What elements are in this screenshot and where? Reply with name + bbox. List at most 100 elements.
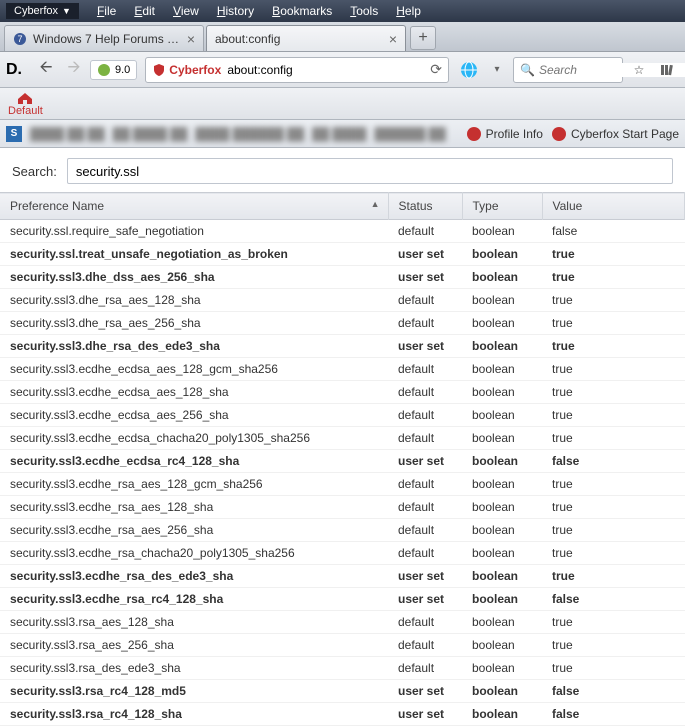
config-search-input[interactable] xyxy=(67,158,673,184)
bookmark-profile-info[interactable]: Profile Info xyxy=(466,126,543,142)
pref-name: security.ssl3.ecdhe_rsa_aes_128_gcm_sha2… xyxy=(0,473,388,496)
pref-row[interactable]: security.ssl3.ecdhe_ecdsa_aes_256_shadef… xyxy=(0,404,685,427)
pref-row[interactable]: security.ssl3.ecdhe_ecdsa_aes_128_shadef… xyxy=(0,381,685,404)
menu-help[interactable]: Help xyxy=(388,2,429,20)
pref-row[interactable]: security.ssl3.dhe_rsa_des_ede3_shauser s… xyxy=(0,335,685,358)
pref-row[interactable]: security.ssl.require_safe_negotiationdef… xyxy=(0,220,685,243)
globe-icon[interactable] xyxy=(457,58,481,82)
pref-row[interactable]: security.ssl3.ecdhe_rsa_des_ede3_shauser… xyxy=(0,565,685,588)
column-preference-name[interactable]: Preference Name xyxy=(0,193,388,220)
wot-indicator[interactable]: 9.0 xyxy=(90,60,137,80)
pref-status: default xyxy=(388,404,462,427)
pref-value: true xyxy=(542,565,685,588)
pref-status: default xyxy=(388,473,462,496)
bookmark-icon: S xyxy=(6,126,22,142)
pref-row[interactable]: security.ssl3.rsa_des_ede3_shadefaultboo… xyxy=(0,657,685,680)
favicon-icon: 7 xyxy=(13,32,27,46)
reload-icon[interactable]: ⟳ xyxy=(430,61,442,78)
home-label: Default xyxy=(8,105,43,117)
pref-status: user set xyxy=(388,703,462,726)
pref-row[interactable]: security.ssl3.rsa_rc4_128_md5user setboo… xyxy=(0,680,685,703)
pref-row[interactable]: security.ssl3.ecdhe_rsa_aes_128_shadefau… xyxy=(0,496,685,519)
bookmark-bar: S ████ ██ ██ ██ ████ ██ ████ ██████ ██ █… xyxy=(0,120,685,148)
pref-name: security.ssl3.ecdhe_ecdsa_aes_128_sha xyxy=(0,381,388,404)
back-button[interactable]: 🡨 xyxy=(34,58,58,82)
pref-name: security.ssl3.ecdhe_rsa_chacha20_poly130… xyxy=(0,542,388,565)
pref-name: security.ssl3.dhe_rsa_aes_128_sha xyxy=(0,289,388,312)
pref-type: boolean xyxy=(462,496,542,519)
column-type[interactable]: Type xyxy=(462,193,542,220)
star-icon[interactable]: ☆ xyxy=(627,58,651,82)
pref-row[interactable]: security.ssl3.ecdhe_ecdsa_chacha20_poly1… xyxy=(0,427,685,450)
pref-row[interactable]: security.ssl3.ecdhe_rsa_aes_256_shadefau… xyxy=(0,519,685,542)
library-icon[interactable] xyxy=(655,58,679,82)
pref-type: boolean xyxy=(462,450,542,473)
pref-name: security.ssl.require_safe_negotiation xyxy=(0,220,388,243)
pref-type: boolean xyxy=(462,519,542,542)
app-name: Cyberfox xyxy=(14,5,58,17)
disconnect-logo[interactable]: D. xyxy=(6,61,22,79)
pref-value: true xyxy=(542,358,685,381)
menu-view[interactable]: View xyxy=(165,2,207,20)
pref-value: true xyxy=(542,519,685,542)
pref-status: user set xyxy=(388,565,462,588)
pref-row[interactable]: security.ssl3.rsa_aes_256_shadefaultbool… xyxy=(0,634,685,657)
identity-box[interactable]: Cyberfox xyxy=(152,63,221,77)
pref-value: true xyxy=(542,404,685,427)
url-input[interactable] xyxy=(227,63,424,77)
pref-status: default xyxy=(388,220,462,243)
pref-row[interactable]: security.ssl3.ecdhe_rsa_aes_128_gcm_sha2… xyxy=(0,473,685,496)
pref-row[interactable]: security.ssl3.rsa_rc4_128_shauser setboo… xyxy=(0,703,685,726)
pref-type: boolean xyxy=(462,289,542,312)
dropdown-icon[interactable]: ▾ xyxy=(485,58,509,82)
menu-edit[interactable]: Edit xyxy=(126,2,163,20)
pref-status: user set xyxy=(388,680,462,703)
pref-name: security.ssl3.dhe_rsa_des_ede3_sha xyxy=(0,335,388,358)
pref-row[interactable]: security.ssl3.rsa_aes_128_shadefaultbool… xyxy=(0,611,685,634)
menu-tools[interactable]: Tools xyxy=(342,2,386,20)
tab-inactive[interactable]: 7 Windows 7 Help Forums - Search… × xyxy=(4,25,204,51)
tab-active[interactable]: about:config × xyxy=(206,25,406,51)
bookmark-item[interactable]: ██████ ██ xyxy=(374,127,445,141)
pref-value: false xyxy=(542,450,685,473)
pref-row[interactable]: security.ssl3.ecdhe_ecdsa_aes_128_gcm_sh… xyxy=(0,358,685,381)
pref-row[interactable]: security.ssl3.ecdhe_rsa_chacha20_poly130… xyxy=(0,542,685,565)
pref-type: boolean xyxy=(462,404,542,427)
pref-value: true xyxy=(542,427,685,450)
pref-row[interactable]: security.ssl3.ecdhe_rsa_rc4_128_shauser … xyxy=(0,588,685,611)
pref-name: security.ssl3.rsa_rc4_128_md5 xyxy=(0,680,388,703)
pref-row[interactable]: security.ssl3.dhe_dss_aes_256_shauser se… xyxy=(0,266,685,289)
menu-bookmarks[interactable]: Bookmarks xyxy=(264,2,340,20)
address-bar[interactable]: Cyberfox ⟳ xyxy=(145,57,449,83)
app-menu-button[interactable]: Cyberfox ▼ xyxy=(6,3,79,19)
pref-status: user set xyxy=(388,243,462,266)
new-tab-button[interactable]: + xyxy=(410,26,436,50)
pref-value: true xyxy=(542,542,685,565)
pref-value: false xyxy=(542,220,685,243)
column-status[interactable]: Status xyxy=(388,193,462,220)
bookmark-item[interactable]: ████ ██ ██ xyxy=(30,127,105,141)
pref-row[interactable]: security.ssl.treat_unsafe_negotiation_as… xyxy=(0,243,685,266)
pref-row[interactable]: security.ssl3.ecdhe_ecdsa_rc4_128_shause… xyxy=(0,450,685,473)
pref-row[interactable]: security.ssl3.dhe_rsa_aes_128_shadefault… xyxy=(0,289,685,312)
pref-name: security.ssl3.ecdhe_rsa_aes_256_sha xyxy=(0,519,388,542)
pref-name: security.ssl3.ecdhe_rsa_rc4_128_sha xyxy=(0,588,388,611)
bookmark-item[interactable]: S xyxy=(6,126,22,142)
pref-row[interactable]: security.ssl3.dhe_rsa_aes_256_shadefault… xyxy=(0,312,685,335)
bookmark-item[interactable]: ████ ██████ ██ xyxy=(195,127,304,141)
pref-name: security.ssl3.rsa_rc4_128_sha xyxy=(0,703,388,726)
pref-status: default xyxy=(388,312,462,335)
bookmark-item[interactable]: ██ ████ xyxy=(312,127,366,141)
column-value[interactable]: Value xyxy=(542,193,685,220)
home-button[interactable]: Default xyxy=(8,91,43,117)
bookmark-item[interactable]: ██ ████ ██ xyxy=(113,127,188,141)
search-box[interactable]: 🔍 xyxy=(513,57,623,83)
bookmark-start-page[interactable]: Cyberfox Start Page xyxy=(551,126,679,142)
pref-name: security.ssl.treat_unsafe_negotiation_as… xyxy=(0,243,388,266)
menu-file[interactable]: File xyxy=(89,2,124,20)
close-icon[interactable]: × xyxy=(187,31,195,47)
pref-type: boolean xyxy=(462,220,542,243)
chevron-down-icon: ▼ xyxy=(62,6,71,16)
close-icon[interactable]: × xyxy=(389,31,397,47)
menu-history[interactable]: History xyxy=(209,2,262,20)
